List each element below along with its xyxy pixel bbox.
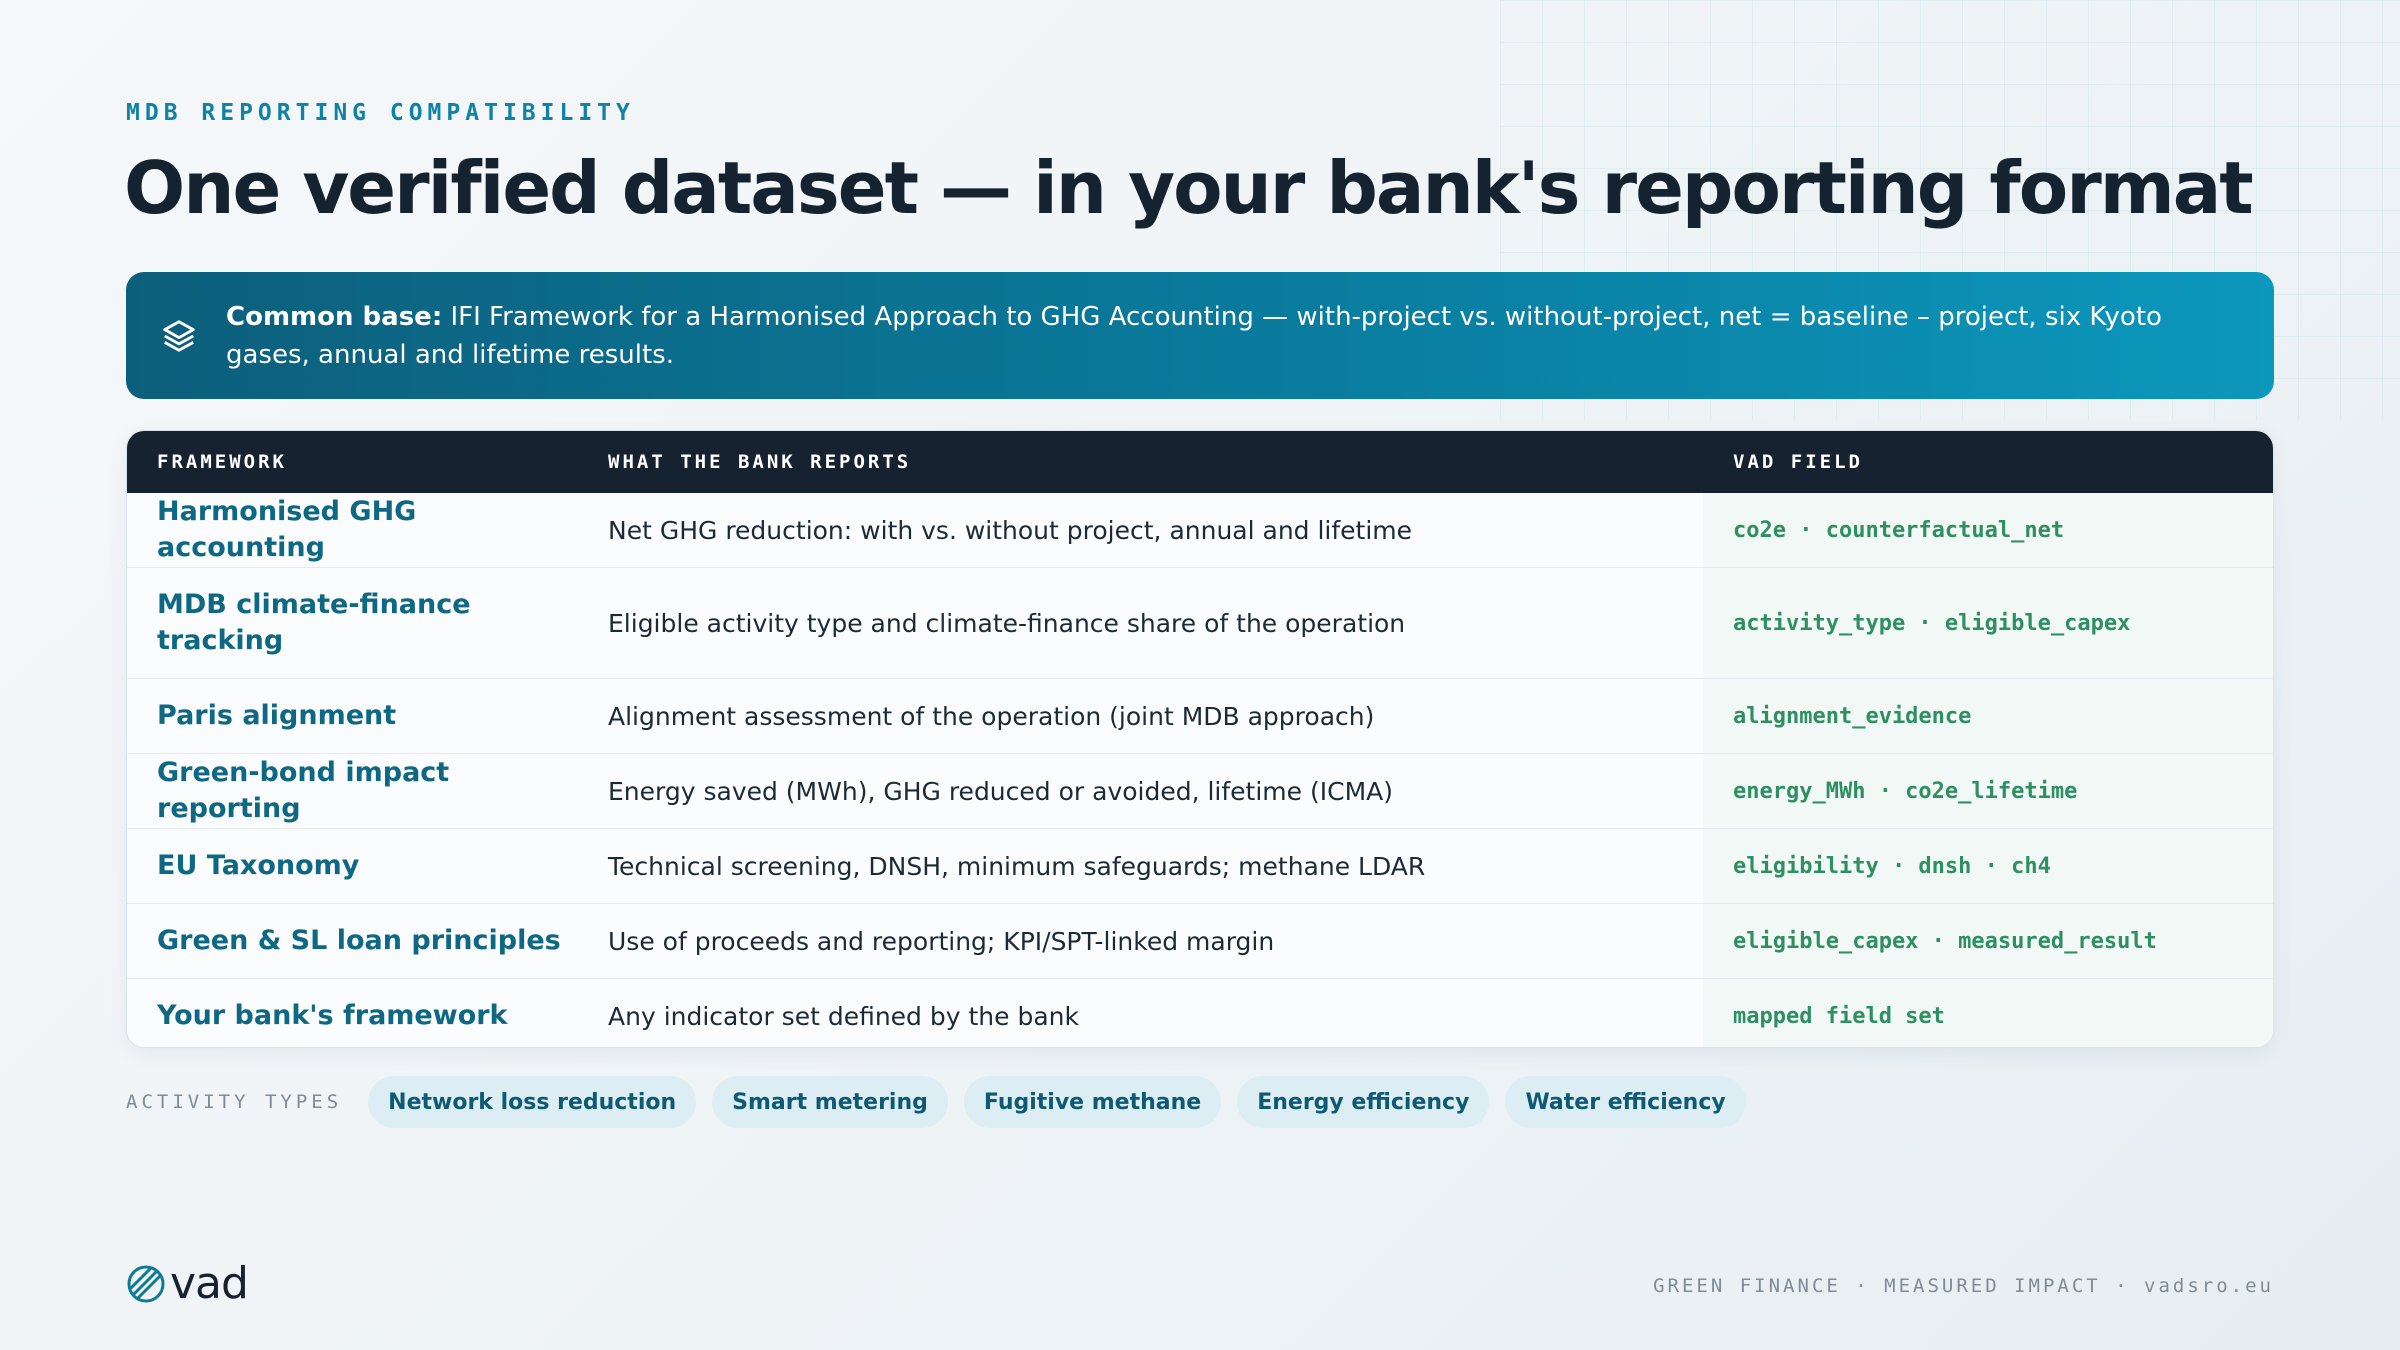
page-title: One verified dataset — in your bank's re… bbox=[124, 146, 2254, 230]
framework-table: FRAMEWORK WHAT THE BANK REPORTS VAD FIEL… bbox=[126, 430, 2274, 1048]
table-row: Your bank's framework Any indicator set … bbox=[127, 978, 2273, 1047]
reports-cell: Alignment assessment of the operation (j… bbox=[608, 701, 1375, 731]
vad-field-cell: co2e · counterfactual_net bbox=[1733, 517, 2065, 543]
framework-cell: Green & SL loan principles bbox=[157, 925, 561, 956]
activity-chip: Water efficiency bbox=[1505, 1076, 1746, 1128]
activity-types-label: ACTIVITY TYPES bbox=[126, 1091, 343, 1113]
activity-chip: Energy efficiency bbox=[1237, 1076, 1490, 1128]
activity-chip: Smart metering bbox=[712, 1076, 948, 1128]
vad-field-cell: energy_MWh · co2e_lifetime bbox=[1733, 778, 2078, 804]
reports-cell: Technical screening, DNSH, minimum safeg… bbox=[608, 851, 1426, 881]
vad-field-cell: alignment_evidence bbox=[1733, 703, 1972, 729]
framework-cell: EU Taxonomy bbox=[157, 850, 360, 881]
table-row: MDB climate-finance tracking Eligible ac… bbox=[127, 567, 2273, 678]
banner-text: Common base: IFI Framework for a Harmoni… bbox=[226, 298, 2234, 374]
table-row: Green & SL loan principles Use of procee… bbox=[127, 903, 2273, 978]
framework-cell: Paris alignment bbox=[157, 700, 397, 731]
common-base-banner: Common base: IFI Framework for a Harmoni… bbox=[126, 272, 2274, 399]
globe-logo-icon bbox=[127, 1265, 165, 1303]
activity-chip: Network loss reduction bbox=[368, 1076, 697, 1128]
framework-cell: Harmonised GHG accounting bbox=[157, 496, 417, 563]
header-vad-field: VAD FIELD bbox=[1733, 451, 1863, 473]
header-reports: WHAT THE BANK REPORTS bbox=[608, 451, 912, 473]
eyebrow-label: MDB REPORTING COMPATIBILITY bbox=[126, 100, 635, 126]
reports-cell: Any indicator set defined by the bank bbox=[608, 1001, 1079, 1031]
vad-field-cell: mapped field set bbox=[1733, 1003, 1945, 1029]
table-row: EU Taxonomy Technical screening, DNSH, m… bbox=[127, 828, 2273, 903]
banner-body: IFI Framework for a Harmonised Approach … bbox=[226, 301, 2162, 370]
header-framework: FRAMEWORK bbox=[157, 451, 287, 473]
vad-field-cell: eligible_capex · measured_result bbox=[1733, 928, 2157, 954]
vad-field-cell: eligibility · dnsh · ch4 bbox=[1733, 853, 2051, 879]
table-row: Green-bond impact reporting Energy saved… bbox=[127, 753, 2273, 828]
table-row: Paris alignment Alignment assessment of … bbox=[127, 678, 2273, 753]
reports-cell: Net GHG reduction: with vs. without proj… bbox=[608, 515, 1413, 545]
brand-name: vad bbox=[170, 1258, 249, 1309]
activity-chip: Fugitive methane bbox=[963, 1076, 1222, 1128]
framework-cell: Green-bond impact reporting bbox=[157, 757, 450, 824]
table-header: FRAMEWORK WHAT THE BANK REPORTS VAD FIEL… bbox=[127, 431, 2273, 493]
layers-icon bbox=[163, 319, 195, 352]
framework-cell: MDB climate-finance tracking bbox=[157, 589, 471, 656]
vad-field-cell: activity_type · eligible_capex bbox=[1733, 610, 2131, 636]
banner-lead: Common base: bbox=[226, 301, 443, 332]
reports-cell: Energy saved (MWh), GHG reduced or avoid… bbox=[608, 776, 1393, 806]
brand-logo: vad bbox=[126, 1258, 249, 1309]
framework-cell: Your bank's framework bbox=[157, 1000, 508, 1031]
activity-types: ACTIVITY TYPES Network loss reduction Sm… bbox=[126, 1074, 1762, 1130]
reports-cell: Use of proceeds and reporting; KPI/SPT-l… bbox=[608, 926, 1275, 956]
table-row: Harmonised GHG accounting Net GHG reduct… bbox=[127, 493, 2273, 567]
reports-cell: Eligible activity type and climate-finan… bbox=[608, 608, 1406, 638]
footer-tagline: GREEN FINANCE · MEASURED IMPACT · vadsro… bbox=[1653, 1275, 2274, 1297]
